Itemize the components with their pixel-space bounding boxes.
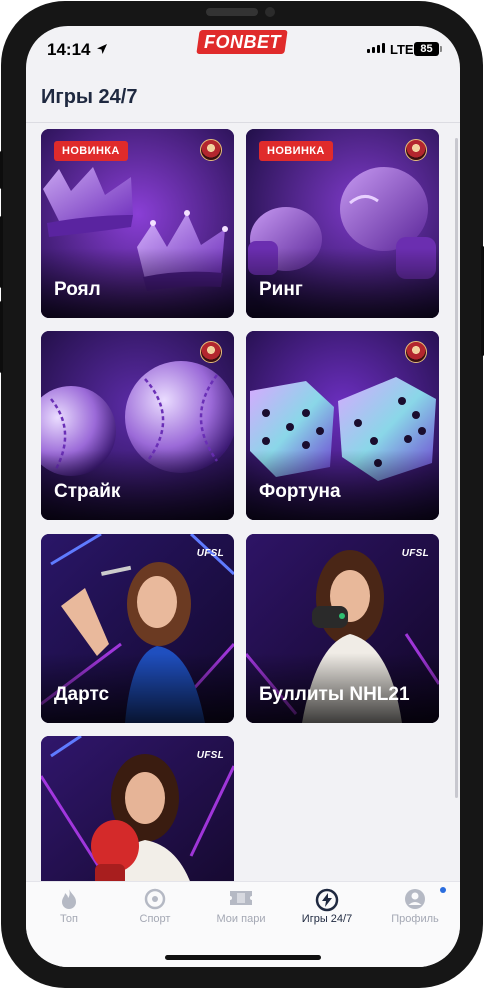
silent-switch — [0, 151, 3, 189]
front-camera — [265, 7, 275, 17]
signal-icon — [367, 43, 385, 53]
hardball-logo — [200, 341, 222, 363]
hardball-logo — [405, 139, 427, 161]
ufsl-logo: UFSL — [401, 548, 429, 559]
tab-my-bets[interactable]: Мои пари — [198, 882, 284, 932]
screen: 14:14 FONBET LTE 85 Игры 24/7 НОВИНКА Ро… — [26, 26, 460, 967]
flame-icon — [62, 889, 76, 909]
tab-label: Топ — [60, 913, 78, 925]
game-card-boxing[interactable]: UFSL — [41, 736, 234, 896]
game-card-strike[interactable]: Страйк — [41, 331, 234, 520]
volume-up-button — [0, 216, 3, 288]
game-card-fortuna[interactable]: Фортуна — [246, 331, 439, 520]
game-title: Дартс — [54, 684, 110, 705]
fonbet-logo: FONBET — [196, 30, 288, 54]
status-bar: 14:14 FONBET LTE 85 — [26, 26, 460, 78]
ufsl-logo: UFSL — [196, 750, 224, 761]
game-title: Страйк — [54, 481, 121, 502]
ufsl-logo: UFSL — [196, 548, 224, 559]
tab-label: Спорт — [139, 913, 171, 925]
game-card-royal[interactable]: НОВИНКА Роял — [41, 129, 234, 318]
brand-name: FONBET — [203, 32, 281, 52]
network-label: LTE — [390, 42, 414, 57]
bolt-circle-icon — [315, 888, 339, 912]
new-badge: НОВИНКА — [259, 141, 333, 161]
user-circle-icon — [405, 889, 425, 909]
game-title: Ринг — [259, 279, 303, 300]
target-icon — [144, 888, 166, 910]
game-card-bullity[interactable]: UFSL Буллиты NHL21 — [246, 534, 439, 723]
header-divider — [26, 122, 460, 123]
tab-label: Мои пари — [216, 913, 266, 925]
tab-label: Профиль — [391, 913, 439, 925]
tab-games[interactable]: Игры 24/7 — [284, 882, 370, 932]
tab-label: Игры 24/7 — [301, 913, 353, 925]
game-title: Буллиты NHL21 — [259, 684, 410, 705]
location-arrow-icon — [97, 44, 107, 54]
hardball-logo — [405, 341, 427, 363]
phone-frame: 14:14 FONBET LTE 85 Игры 24/7 НОВИНКА Ро… — [0, 1, 484, 988]
tab-top[interactable]: Топ — [26, 882, 112, 932]
new-badge: НОВИНКА — [54, 141, 128, 161]
home-indicator[interactable] — [165, 955, 321, 960]
battery-icon: 85 — [414, 42, 439, 56]
game-card-ring[interactable]: НОВИНКА Ринг — [246, 129, 439, 318]
status-time: 14:14 — [47, 40, 91, 59]
game-card-darts[interactable]: UFSL Дартс — [41, 534, 234, 723]
scrollbar[interactable] — [455, 138, 458, 798]
battery-level: 85 — [420, 43, 433, 55]
page-title: Игры 24/7 — [41, 86, 138, 108]
hardball-logo — [200, 139, 222, 161]
volume-down-button — [0, 301, 3, 373]
game-title: Фортуна — [259, 481, 341, 502]
notification-dot — [440, 887, 446, 893]
ticket-icon — [230, 891, 252, 905]
game-title: Роял — [54, 279, 101, 300]
battery-tip — [440, 46, 442, 52]
earpiece — [206, 8, 258, 16]
tab-sport[interactable]: Спорт — [112, 882, 198, 932]
